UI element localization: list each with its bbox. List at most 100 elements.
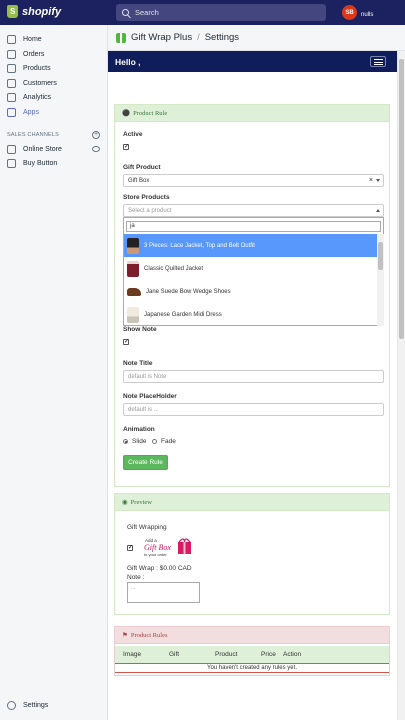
column-header: Gift (169, 651, 180, 658)
sidebar-item-label: Customers (23, 80, 57, 87)
dropdown-options: 3 Pieces: Lace Jacket, Top and Belt Outf… (124, 234, 377, 326)
option-label: Jane Suede Bow Wedge Shoes (146, 288, 231, 295)
sales-channels-heading: SALES CHANNELS (7, 132, 60, 138)
breadcrumb: Gift Wrap Plus / Settings (108, 25, 405, 51)
dropdown-option[interactable]: Classic Quilted Jacket (124, 257, 377, 280)
orders-icon (7, 50, 16, 59)
tag-icon: ⚫ (122, 110, 131, 117)
main-content: Gift Wrap Plus / Settings Hello , ⚫ Prod… (108, 25, 405, 720)
sidebar-item-label: Products (23, 65, 51, 72)
top-bar: shopify Search SB nulls (0, 0, 405, 25)
gear-icon (7, 701, 16, 710)
dropdown-option[interactable]: Jane Suede Bow Wedge Shoes (124, 280, 377, 303)
note-title-placeholder: default is Note (128, 373, 167, 380)
option-label: 3 Pieces: Lace Jacket, Top and Belt Outf… (144, 242, 255, 249)
sidebar-item-orders[interactable]: Orders (7, 50, 44, 59)
dropdown-option[interactable]: 3 Pieces: Lace Jacket, Top and Belt Outf… (124, 234, 377, 257)
store-products-select[interactable]: Select a product (123, 204, 384, 217)
view-store-eye-icon[interactable] (92, 146, 100, 152)
column-header: Image (123, 651, 142, 658)
hamburger-bar (374, 59, 383, 60)
sidebar-item-online-store[interactable]: Online Store (7, 145, 62, 154)
product-rules-panel: ⚑ Product Rules Image Gift Product Price… (114, 626, 390, 676)
show-note-checkbox[interactable]: ✓ (123, 339, 129, 345)
page-scrollbar[interactable] (397, 51, 405, 720)
add-gift-box-image: Add a Gift Box to your order (144, 538, 191, 557)
note-label: Note : (127, 574, 145, 581)
shopify-bag-icon (7, 5, 18, 18)
note-placeholder-field[interactable]: default is ... (123, 403, 384, 416)
page-title: Settings (204, 32, 240, 43)
user-name: nulls (361, 11, 374, 18)
sidebar-item-analytics[interactable]: Analytics (7, 93, 51, 102)
panel-title: Preview (130, 498, 152, 506)
gift-wrap-price: Gift Wrap : $0.00 CAD (127, 565, 192, 572)
tag-icon: ⚑ (122, 632, 128, 639)
clear-icon[interactable]: × (369, 177, 373, 184)
user-menu[interactable]: SB nulls (342, 5, 373, 20)
sidebar-item-home[interactable]: Home (7, 35, 42, 44)
active-label: Active (123, 131, 143, 138)
dropdown-search-input[interactable]: ja (126, 221, 381, 232)
animation-slide-radio[interactable] (123, 439, 128, 444)
search-placeholder: Search (135, 8, 159, 17)
search-icon (122, 9, 129, 16)
avatar: SB (342, 5, 357, 20)
gift-product-label: Gift Product (123, 164, 161, 171)
table-header: Image Gift Product Price Action (115, 646, 389, 663)
gift-wrap-checkbox[interactable]: ✓ (127, 545, 133, 551)
sidebar-item-customers[interactable]: Customers (7, 79, 57, 88)
gift-product-select[interactable]: Gift Box × (123, 174, 384, 187)
sidebar-item-settings[interactable]: Settings (7, 701, 48, 710)
panel-heading: ⚑ Product Rules (115, 627, 389, 644)
gift-product-value: Gift Box (128, 177, 150, 184)
note-title-field[interactable]: default is Note (123, 370, 384, 383)
analytics-icon (7, 93, 16, 102)
menu-toggle-button[interactable] (370, 56, 386, 67)
hamburger-bar (374, 64, 383, 65)
add-channel-icon[interactable]: + (92, 131, 100, 139)
dropdown-option[interactable]: Japanese Garden Midi Dress (124, 303, 377, 326)
product-rule-panel: ⚫ Product Rule Active ✓ Gift Product Gif… (114, 104, 390, 487)
breadcrumb-app[interactable]: Gift Wrap Plus (131, 32, 192, 43)
shopify-logo[interactable]: shopify (7, 5, 61, 18)
panel-title: Product Rules (130, 631, 168, 639)
eye-icon: ◉ (122, 499, 128, 506)
dropdown-scrollbar[interactable] (377, 234, 384, 326)
sidebar-item-label: Apps (23, 109, 39, 116)
dropdown-scroll-thumb[interactable] (378, 242, 383, 270)
note-placeholder-label: Note PlaceHolder (123, 393, 177, 400)
svg-text:to your order: to your order (144, 552, 167, 557)
option-label: Classic Quilted Jacket (144, 265, 204, 272)
preview-panel: ◉ Preview Gift Wrapping ✓ Add a Gift Box… (114, 493, 390, 615)
panel-heading: ◉ Preview (115, 494, 389, 511)
sidebar: Home Orders Products Customers Analytics… (0, 25, 108, 720)
store-icon (7, 145, 16, 154)
page-scroll-thumb[interactable] (399, 59, 404, 339)
app-navbar: Hello , (108, 51, 397, 72)
note-textarea[interactable]: ... (127, 582, 200, 603)
sidebar-item-buy-button[interactable]: Buy Button (7, 159, 57, 168)
show-note-label: Show Note (123, 326, 157, 333)
create-rule-button[interactable]: Create Rule (123, 455, 168, 470)
gift-wrapping-label: Gift Wrapping (127, 524, 167, 531)
breadcrumb-separator: / (197, 32, 200, 43)
column-header: Action (283, 651, 302, 658)
apps-icon (7, 108, 16, 117)
sidebar-item-products[interactable]: Products (7, 64, 51, 73)
store-products-placeholder: Select a product (128, 207, 172, 214)
home-icon (7, 35, 16, 44)
active-checkbox[interactable]: ✓ (123, 144, 129, 150)
option-label: Japanese Garden Midi Dress (144, 311, 222, 318)
product-dropdown: ja 3 Pieces: Lace Jacket, Top and Belt O… (123, 217, 384, 326)
sidebar-item-label: Orders (23, 51, 45, 58)
svg-text:Gift Box: Gift Box (144, 543, 171, 552)
sidebar-item-label: Analytics (23, 94, 52, 101)
panel-title: Product Rule (133, 109, 168, 117)
app-iframe: Hello , ⚫ Product Rule Active ✓ Gift Pro… (108, 51, 397, 720)
product-thumbnail (127, 237, 139, 254)
chevron-down-icon (376, 179, 380, 182)
search-input[interactable]: Search (116, 4, 326, 21)
sidebar-item-apps[interactable]: Apps (7, 108, 39, 117)
animation-fade-radio[interactable] (152, 439, 157, 444)
